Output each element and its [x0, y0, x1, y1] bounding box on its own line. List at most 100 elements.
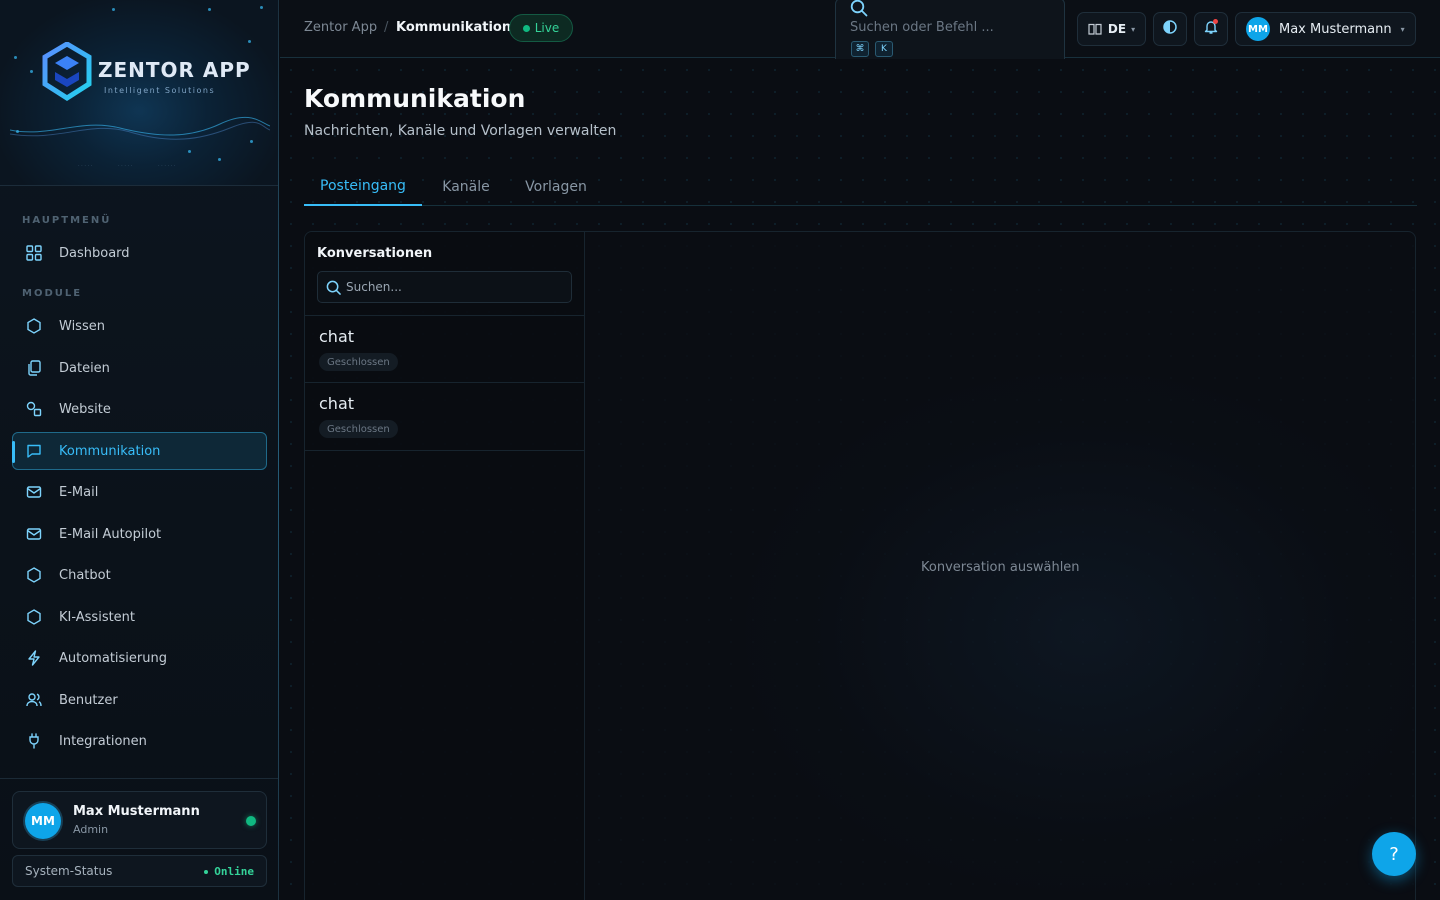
- user-menu-name: Max Mustermann: [1279, 21, 1392, 37]
- language-code: DE: [1107, 22, 1127, 36]
- sidebar-item-label: Wissen: [59, 318, 105, 334]
- decor-dot: [112, 8, 115, 11]
- search-icon: [850, 0, 868, 21]
- conversation-name: chat: [319, 394, 355, 413]
- logo-mark-icon: [42, 42, 92, 101]
- conversation-list: Konversationen Suchen... chat Geschlosse…: [305, 232, 585, 900]
- conversation-item[interactable]: chat Geschlossen: [305, 315, 585, 382]
- sidebar-item-wissen[interactable]: Wissen: [12, 307, 267, 345]
- page-subtitle: Nachrichten, Kanäle und Vorlagen verwalt…: [304, 123, 617, 139]
- tab-vorlagen[interactable]: Vorlagen: [510, 167, 602, 206]
- mail-icon: [25, 525, 43, 543]
- breadcrumb-root[interactable]: Zentor App: [304, 20, 377, 35]
- conversation-item[interactable]: chat Geschlossen: [305, 382, 585, 449]
- theme-toggle-button[interactable]: [1153, 12, 1187, 46]
- notifications-button[interactable]: [1194, 12, 1228, 46]
- brand-name: ZENTOR APP: [98, 58, 251, 82]
- sidebar-item-dashboard[interactable]: Dashboard: [12, 234, 267, 272]
- decor-dot: [208, 8, 211, 11]
- users-icon: [25, 691, 43, 709]
- main-content: Kommunikation Nachrichten, Kanäle und Vo…: [280, 59, 1440, 900]
- sidebar-item-dateien[interactable]: Dateien: [12, 349, 267, 387]
- sidebar-item-label: Automatisierung: [59, 650, 167, 666]
- grid-icon: [25, 244, 43, 262]
- decor-dot: [218, 158, 221, 161]
- shortcut-key: ⌘: [851, 41, 869, 57]
- search-input[interactable]: Suchen oder Befehl ...: [850, 20, 994, 35]
- decor-dot: [188, 150, 191, 153]
- hexagon-icon: [25, 608, 43, 626]
- sidebar-item-label: Chatbot: [59, 567, 111, 583]
- logo-footnote: · · · · ·: [78, 163, 93, 169]
- sidebar-item-kommunikation[interactable]: Kommunikation: [12, 432, 267, 470]
- sidebar: ZENTOR APP Intelligent Solutions · · · ·…: [0, 0, 279, 900]
- decor-dot: [30, 70, 33, 73]
- status-dot-icon: [204, 870, 209, 874]
- sidebar-user-card[interactable]: MM Max Mustermann Admin: [12, 791, 267, 849]
- language-selector[interactable]: DE ▾: [1077, 12, 1146, 46]
- sidebar-item-benutzer[interactable]: Benutzer: [12, 681, 267, 719]
- online-indicator: [246, 816, 256, 826]
- sidebar-item-email[interactable]: E-Mail: [12, 473, 267, 511]
- system-status-value: Online: [204, 865, 254, 878]
- sidebar-item-label: E-Mail: [59, 484, 99, 500]
- tab-bar: Posteingang Kanäle Vorlagen: [304, 167, 1417, 206]
- nav-section-modules: MODULE: [22, 288, 83, 299]
- conversation-name: chat: [319, 327, 355, 346]
- sidebar-item-label: Dateien: [59, 360, 110, 376]
- live-badge: Live: [509, 14, 573, 42]
- inbox-panel: Konversationen Suchen... chat Geschlosse…: [304, 231, 1416, 900]
- status-badge: Geschlossen: [319, 420, 398, 438]
- user-role: Admin: [73, 823, 109, 836]
- nav-section-main: HAUPTMENÜ: [22, 215, 112, 226]
- shapes-icon: [25, 400, 43, 418]
- live-label: Live: [534, 21, 560, 35]
- user-name: Max Mustermann: [73, 804, 200, 819]
- breadcrumb-current: Kommunikation: [396, 20, 512, 35]
- hexagon-icon: [25, 566, 43, 584]
- conversation-search-field[interactable]: Suchen...: [317, 271, 572, 303]
- page-title: Kommunikation: [304, 84, 526, 113]
- system-status: System-Status Online: [12, 855, 267, 887]
- sidebar-item-chatbot[interactable]: Chatbot: [12, 556, 267, 594]
- live-dot-icon: [522, 24, 530, 32]
- logo-footnote: · · · · · ·: [158, 163, 176, 169]
- hexagon-icon: [25, 317, 43, 335]
- help-button[interactable]: ?: [1372, 832, 1416, 876]
- sidebar-item-website[interactable]: Website: [12, 390, 267, 428]
- user-menu-button[interactable]: MM Max Mustermann ▾: [1235, 12, 1416, 46]
- status-badge: Geschlossen: [319, 353, 398, 371]
- empty-state-message: Konversation auswählen: [921, 560, 1080, 575]
- sidebar-item-label: Dashboard: [59, 245, 130, 261]
- tab-posteingang[interactable]: Posteingang: [304, 167, 422, 206]
- brand-tagline: Intelligent Solutions: [104, 86, 216, 95]
- avatar: MM: [25, 803, 61, 839]
- notification-badge: [1213, 19, 1218, 24]
- mail-icon: [25, 483, 43, 501]
- system-status-label: System-Status: [25, 864, 113, 878]
- sidebar-item-email-autopilot[interactable]: E-Mail Autopilot: [12, 515, 267, 553]
- brand-logo[interactable]: ZENTOR APP Intelligent Solutions · · · ·…: [0, 0, 278, 186]
- sidebar-item-integrationen[interactable]: Integrationen: [12, 722, 267, 760]
- contrast-icon: [1162, 19, 1178, 39]
- sidebar-item-label: Website: [59, 401, 111, 417]
- conversation-search-input[interactable]: Suchen...: [346, 280, 402, 294]
- conversation-list-title: Konversationen: [317, 246, 433, 261]
- chevron-down-icon: ▾: [1131, 24, 1136, 34]
- tab-kanaele[interactable]: Kanäle: [428, 167, 504, 206]
- sidebar-item-label: Kommunikation: [59, 443, 161, 459]
- sidebar-item-automatisierung[interactable]: Automatisierung: [12, 639, 267, 677]
- list-divider: [305, 450, 585, 451]
- wave-decoration: [10, 116, 270, 140]
- shortcut-key: K: [875, 41, 893, 57]
- message-icon: [25, 442, 43, 460]
- sidebar-item-ki-assistent[interactable]: KI-Assistent: [12, 598, 267, 636]
- breadcrumb-separator: /: [384, 20, 389, 35]
- book-icon: [1088, 20, 1102, 39]
- search-icon: [326, 280, 341, 299]
- sidebar-item-label: E-Mail Autopilot: [59, 526, 162, 542]
- command-search[interactable]: Suchen oder Befehl ... ⌘ K: [835, 0, 1065, 66]
- sidebar-item-label: Benutzer: [59, 692, 118, 708]
- avatar: MM: [1246, 17, 1270, 41]
- topbar: Zentor App / Kommunikation Live Suchen o…: [280, 0, 1440, 66]
